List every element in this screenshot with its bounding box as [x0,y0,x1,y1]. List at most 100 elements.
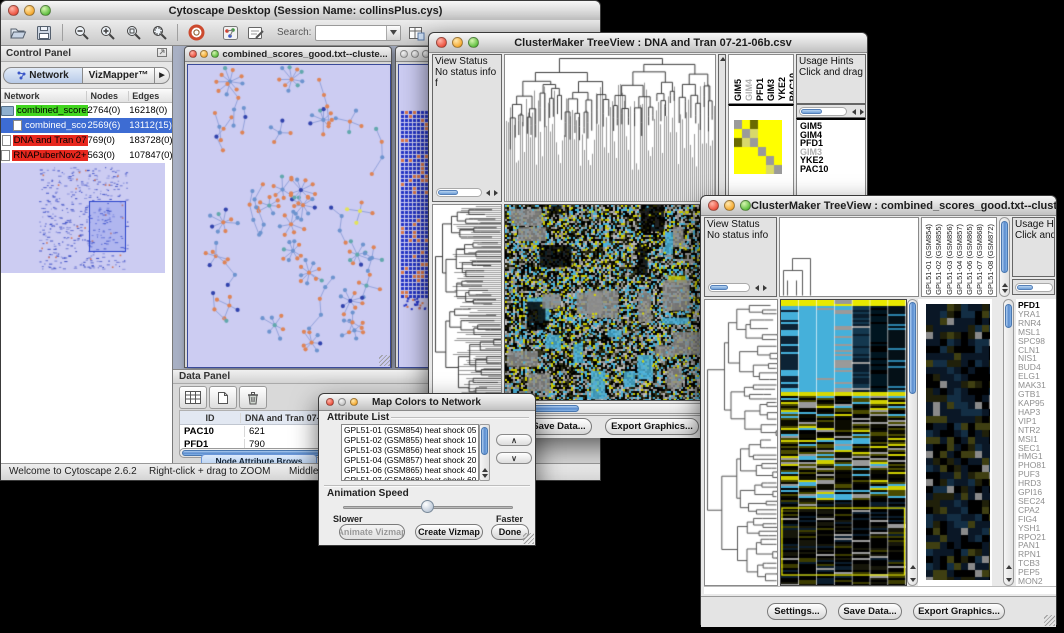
network-row[interactable]: RNAPuberNov2+563(0)107847(0) [1,148,172,163]
network-view-window[interactable]: combined_scores_good.txt--cluste... [184,46,392,368]
column-label[interactable]: GIM5 [733,79,743,101]
resize-grip[interactable] [1044,615,1055,626]
attribute-item[interactable]: GPL51-02 (GSM855) heat shock 10 min [344,435,478,445]
scroll-right-icon[interactable] [860,109,864,115]
modify-network-button[interactable] [219,23,241,43]
animate-vizmap-button[interactable]: Animate Vizmap [339,524,405,540]
column-label[interactable]: GIM3 [766,79,776,101]
scroll-up-icon[interactable] [1002,283,1008,287]
column-dendrogram[interactable] [505,55,715,201]
attribute-item[interactable]: GPL51-04 (GSM857) heat shock 20 min [344,455,478,465]
scroll-up-icon[interactable] [720,57,726,61]
scroll-right-icon[interactable] [763,285,767,291]
close-button[interactable] [326,398,334,406]
resize-grip[interactable] [379,355,390,366]
column-label[interactable]: YKE2 [777,77,787,101]
heatmap[interactable] [505,205,704,400]
status-hscrollbar[interactable] [436,188,482,197]
zoom-view-panel[interactable] [926,299,992,586]
attribute-item[interactable]: GPL51-03 (GSM856) heat shock 15 min [344,445,478,455]
move-down-button[interactable]: ∨ [496,452,532,464]
zoom-button[interactable] [350,398,358,406]
float-panel-icon[interactable] [157,48,167,60]
column-label[interactable]: GPL51-07 (GSM868) [975,224,985,295]
scrollbar-thumb[interactable] [801,109,822,114]
status-hscrollbar[interactable] [708,283,750,292]
resize-grip[interactable] [523,533,534,544]
dialog-titlebar[interactable]: Map Colors to Network [319,394,535,411]
column-dendrogram-panel[interactable] [779,217,919,297]
network-row[interactable]: combined_sco2569(6)13112(15) [1,118,172,133]
minimize-button[interactable] [338,398,346,406]
minimize-button[interactable] [24,5,35,16]
network-view-titlebar[interactable]: combined_scores_good.txt--cluste... [185,47,391,62]
close-button[interactable] [400,50,408,58]
search-dropdown-button[interactable] [386,26,400,40]
row-dendrogram[interactable] [705,300,777,585]
labels-vscrollbar[interactable] [999,217,1010,297]
zoom-button[interactable] [40,5,51,16]
scrollbar-thumb[interactable] [909,302,916,394]
birdseye-overview[interactable] [1,163,165,273]
zoom-selected-button[interactable] [148,23,170,43]
column-label[interactable]: GPL51-04 (GSM857) [955,224,965,295]
minimize-button[interactable] [452,37,463,48]
treeview2-titlebar[interactable]: ClusterMaker TreeView : combined_scores_… [701,196,1056,216]
scroll-down-icon[interactable] [482,474,488,478]
zoom-out-button[interactable] [70,23,92,43]
tab-network[interactable]: Network [3,67,83,84]
move-up-button[interactable]: ∧ [496,434,532,446]
heatmap-panel[interactable] [780,299,907,586]
scroll-left-icon[interactable] [486,190,490,196]
open-session-button[interactable] [7,23,29,43]
help-button[interactable] [185,23,207,43]
export-graphics-button[interactable]: Export Graphics... [605,418,699,435]
scrollbar-thumb[interactable] [481,427,488,455]
scroll-down-icon[interactable] [1002,289,1008,293]
search-input[interactable] [315,25,401,41]
network-canvas[interactable] [187,64,391,368]
tab-vizmapper[interactable]: VizMapper™ [83,67,155,84]
create-vizmap-button[interactable]: Create Vizmap [415,524,483,540]
zoom-button[interactable] [740,200,751,211]
row-dendrogram-panel[interactable] [432,204,502,401]
row-dendrogram[interactable] [433,205,501,400]
scrollbar-thumb[interactable] [438,190,458,195]
hints-hscrollbar[interactable] [799,107,847,116]
col-network[interactable]: Network [1,91,87,101]
close-button[interactable] [436,37,447,48]
gene-label[interactable]: PAC10 [800,165,865,174]
scrollbar-thumb[interactable] [1001,221,1008,273]
main-titlebar[interactable]: Cytoscape Desktop (Session Name: collins… [1,1,600,21]
save-session-button[interactable] [33,23,55,43]
column-label[interactable]: PFD1 [755,78,765,101]
zoom-button[interactable] [468,37,479,48]
settings-button[interactable]: Settings... [767,603,827,620]
select-attributes-button[interactable] [179,386,207,409]
network-row[interactable]: combined_scores2764(0)16218(0) [1,103,172,118]
column-label[interactable]: GPL51-08 (GSM872) [986,224,996,295]
column-label[interactable]: GPL51-02 (GSM855) [934,224,944,295]
hints-hscrollbar[interactable] [1015,283,1053,292]
slider-thumb[interactable] [421,500,434,513]
close-button[interactable] [8,5,19,16]
zoom-in-button[interactable] [96,23,118,43]
scroll-down-icon[interactable] [1006,578,1012,582]
heatmap[interactable] [781,300,906,585]
attribute-list[interactable]: GPL51-01 (GSM854) heat shock 05 minGPL51… [341,424,479,481]
column-dendrogram-panel[interactable] [504,54,716,202]
close-button[interactable] [189,50,197,58]
row-dendrogram-panel[interactable] [704,299,778,586]
scroll-right-icon[interactable] [494,190,498,196]
heatmap-vscrollbar[interactable] [907,299,918,586]
zoom-heatmap[interactable] [926,304,990,580]
export-graphics-button[interactable]: Export Graphics... [913,603,1005,620]
scrollbar-thumb[interactable] [1005,304,1012,328]
attribute-item[interactable]: GPL51-07 (GSM868) heat shock 60 min [344,475,478,481]
heatmap-panel[interactable] [504,204,705,401]
delete-attribute-button[interactable] [239,386,267,409]
heatmap-hscrollbar[interactable] [504,403,718,414]
column-dendrogram[interactable] [780,218,918,296]
minimize-button[interactable] [411,50,419,58]
close-button[interactable] [708,200,719,211]
